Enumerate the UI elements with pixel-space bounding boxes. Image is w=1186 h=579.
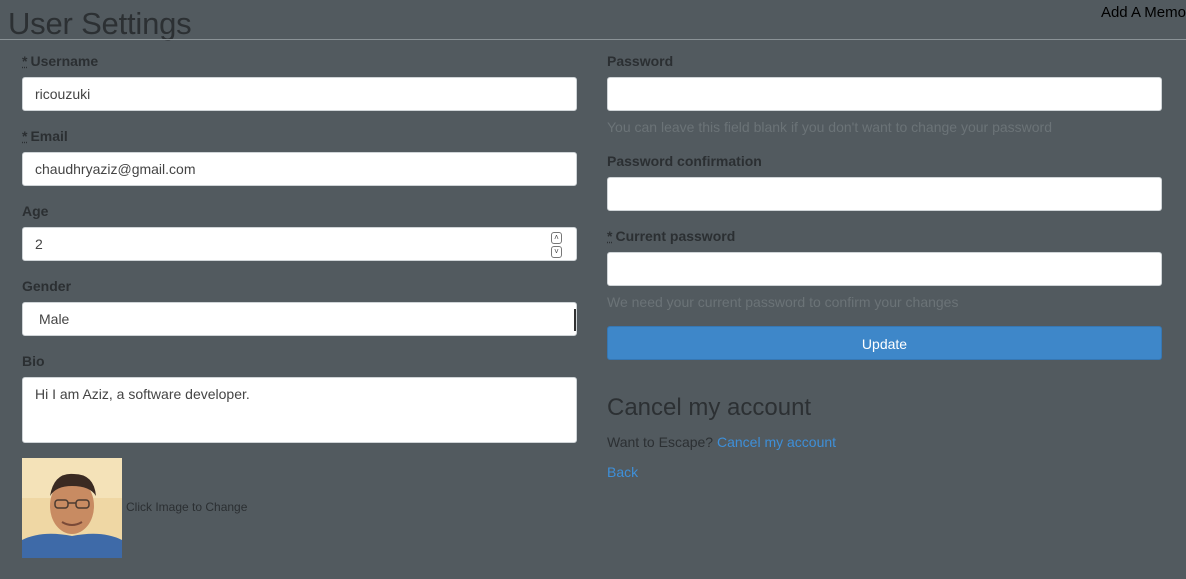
cancel-account-heading: Cancel my account: [607, 394, 812, 421]
avatar-caption: Click Image to Change: [126, 500, 248, 514]
age-spinner[interactable]: ˄ ˅: [551, 232, 562, 258]
email-label: * Email: [22, 127, 577, 145]
age-value: 2: [35, 236, 43, 252]
page-title: User Settings: [8, 6, 192, 41]
title-divider: [0, 39, 1186, 40]
left-column: * Username ricouzuki * Email chaudhryaziz@…: [22, 50, 577, 558]
current-password-label: * Current password: [607, 227, 1162, 245]
username-label-text: Username: [30, 53, 99, 69]
password-field[interactable]: [607, 77, 1162, 111]
gender-label: Gender: [22, 278, 72, 294]
back-row: Back: [607, 464, 1162, 482]
avatar-row: Click Image to Change: [22, 458, 577, 558]
password-confirmation-field[interactable]: [607, 177, 1162, 211]
required-marker: *: [22, 128, 28, 144]
gender-selected-value: Male: [39, 311, 70, 327]
cancel-account-link[interactable]: Cancel my account: [717, 434, 836, 450]
cancel-account-row: Want to Escape? Cancel my account: [607, 434, 1162, 450]
bio-label: Bio: [22, 353, 45, 369]
required-marker: *: [22, 53, 28, 69]
password-confirmation-label: Password confirmation: [607, 153, 762, 169]
username-label: * Username: [22, 52, 577, 70]
right-column: Password You can leave this field blank …: [607, 50, 1162, 482]
current-password-field[interactable]: [607, 252, 1162, 286]
password-help-text: You can leave this field blank if you do…: [607, 119, 1052, 135]
update-button[interactable]: Update: [607, 326, 1162, 360]
add-memo-link[interactable]: Add A Memo: [1101, 4, 1186, 21]
current-password-help-text: We need your current password to confirm…: [607, 294, 959, 310]
age-stepper[interactable]: 2 ˄ ˅: [22, 227, 577, 261]
increment-icon[interactable]: ˄: [551, 232, 562, 244]
user-settings-page: User Settings Add A Memo * Username ricou…: [0, 0, 1186, 579]
password-label: Password: [607, 53, 674, 69]
age-label: Age: [22, 203, 49, 219]
bio-textarea[interactable]: Hi I am Aziz, a software developer.: [22, 377, 577, 443]
required-marker: *: [607, 228, 613, 244]
current-password-label-text: Current password: [615, 228, 736, 244]
decrement-icon[interactable]: ˅: [551, 246, 562, 258]
username-field[interactable]: ricouzuki: [22, 77, 577, 111]
email-field[interactable]: chaudhryaziz@gmail.com: [22, 152, 577, 186]
gender-select[interactable]: Male: [22, 302, 577, 336]
email-label-text: Email: [30, 128, 68, 144]
select-caret-icon: [571, 309, 576, 331]
back-link[interactable]: Back: [607, 464, 638, 480]
cancel-account-prompt: Want to Escape?: [607, 434, 714, 450]
avatar-image[interactable]: [22, 458, 122, 558]
